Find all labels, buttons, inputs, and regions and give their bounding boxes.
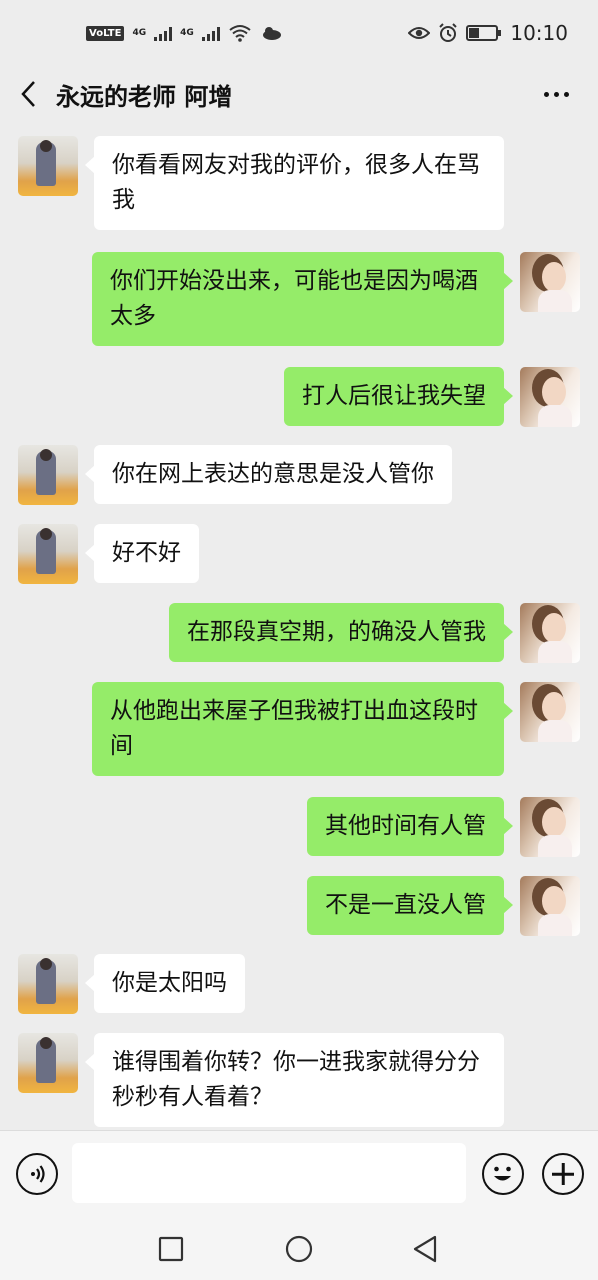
system-nav-bar (0, 1216, 598, 1280)
message-bubble-out[interactable]: 打人后很让我失望 (284, 367, 513, 426)
battery-fill (469, 28, 480, 38)
recents-button[interactable] (156, 1234, 186, 1264)
my-avatar[interactable] (520, 876, 580, 936)
message-bubble-in[interactable]: 你看看网友对我的评价，很多人在骂我 (85, 136, 504, 230)
chat-header: 永远的老师 阿增 (0, 66, 598, 122)
message-bubble-in[interactable]: 谁得围着你转？你一进我家就得分分秒秒有人看着？ (85, 1033, 504, 1127)
emoji-icon (494, 1166, 511, 1181)
my-avatar[interactable] (520, 367, 580, 427)
message-bubble-out[interactable]: 在那段真空期，的确没人管我 (169, 603, 513, 662)
message-input[interactable] (72, 1143, 466, 1203)
page-title: 永远的老师 阿增 (56, 82, 233, 111)
contact-avatar[interactable] (18, 524, 78, 584)
signal-label-2: 4G (180, 28, 194, 38)
back-nav-button[interactable] (410, 1234, 440, 1264)
my-avatar[interactable] (520, 682, 580, 742)
square-recents-icon (158, 1236, 184, 1262)
more-horizontal-icon (543, 91, 549, 97)
triangle-back-icon (413, 1235, 437, 1263)
eye-icon (408, 27, 431, 39)
wifi-icon (229, 25, 251, 42)
signal-icon (154, 25, 173, 41)
more-dot (563, 91, 569, 97)
message-bubble-out[interactable]: 不是一直没人管 (307, 876, 513, 935)
contact-avatar[interactable] (18, 954, 78, 1014)
message-bubble-in[interactable]: 你在网上表达的意思是没人管你 (85, 445, 452, 504)
chevron-left-icon (21, 81, 35, 107)
signal-icon (201, 25, 220, 41)
voice-icon (31, 1165, 45, 1183)
plus-button[interactable] (542, 1153, 584, 1195)
alarm-icon (439, 23, 458, 42)
more-dot (553, 91, 559, 97)
message-bubble-out[interactable]: 其他时间有人管 (307, 797, 513, 856)
contact-avatar[interactable] (18, 1033, 78, 1093)
my-avatar[interactable] (520, 603, 580, 663)
more-button[interactable] (536, 76, 576, 112)
status-right: 10:10 (408, 21, 568, 45)
input-bar (0, 1130, 598, 1216)
message-bubble-in[interactable]: 你是太阳吗 (85, 954, 245, 1013)
voice-button[interactable] (16, 1153, 58, 1195)
emoji-button[interactable] (482, 1153, 524, 1195)
status-bar: VoLTE 4G 4G 10:10 (0, 0, 598, 66)
circle-home-icon (285, 1235, 313, 1263)
signal-label-1: 4G (132, 28, 147, 38)
my-avatar[interactable] (520, 797, 580, 857)
message-list[interactable]: 你看看网友对我的评价，很多人在骂我 你们开始没出来，可能也是因为喝酒太多 打人后… (0, 122, 598, 1130)
contact-avatar[interactable] (18, 445, 78, 505)
status-left: VoLTE 4G 4G (86, 24, 282, 42)
home-button[interactable] (284, 1234, 314, 1264)
message-bubble-out[interactable]: 你们开始没出来，可能也是因为喝酒太多 (92, 252, 513, 346)
my-avatar[interactable] (520, 252, 580, 312)
volte-badge: VoLTE (86, 25, 125, 41)
back-button[interactable] (0, 66, 56, 122)
message-bubble-in[interactable]: 好不好 (85, 524, 199, 583)
battery-icon (466, 25, 502, 41)
message-bubble-out[interactable]: 从他跑出来屋子但我被打出血这段时间 (92, 682, 513, 776)
contact-avatar[interactable] (18, 136, 78, 196)
clock: 10:10 (510, 21, 568, 45)
weather-icon (262, 27, 281, 40)
